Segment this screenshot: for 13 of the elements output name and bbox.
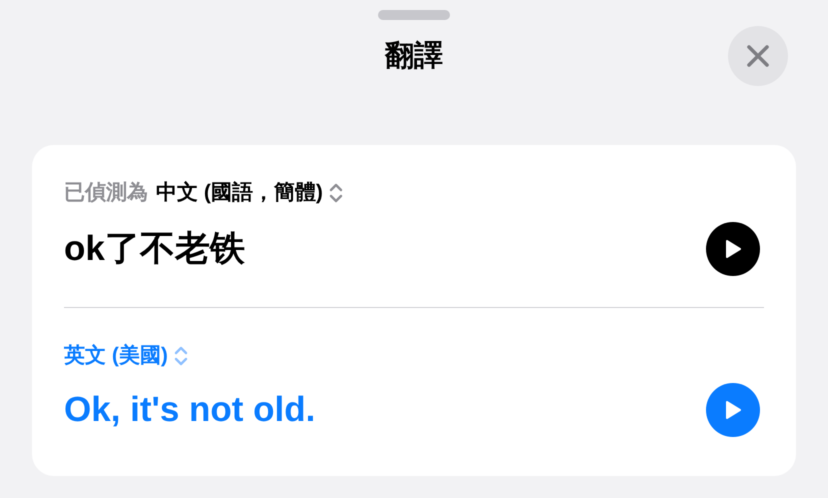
detected-label: 已偵測為 <box>64 180 148 206</box>
up-down-chevron-icon <box>174 346 188 366</box>
close-icon <box>746 44 770 68</box>
translated-text: Ok, it's not old. <box>64 388 316 431</box>
source-language-selector[interactable]: 中文 (國語，簡體) <box>156 177 343 209</box>
play-icon <box>724 400 742 420</box>
target-language-selector[interactable]: 英文 (美國) <box>64 340 188 372</box>
source-text: ok了不老铁 <box>64 228 245 270</box>
play-button[interactable] <box>706 222 760 276</box>
play-icon <box>724 239 742 259</box>
sheet-title: 翻譯 <box>385 39 443 74</box>
up-down-chevron-icon <box>328 183 343 203</box>
grabber-handle[interactable] <box>378 10 450 20</box>
